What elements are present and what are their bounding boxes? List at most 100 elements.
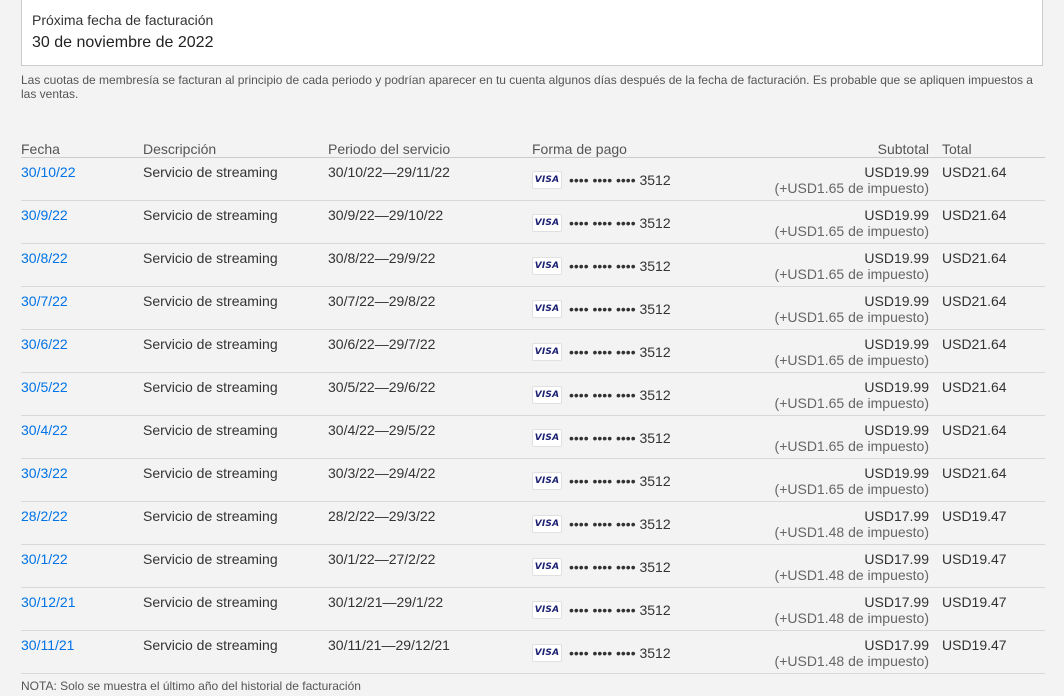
billing-table: Fecha Descripción Periodo del servicio F… (21, 140, 1045, 674)
billing-date-link[interactable]: 30/4/22 (21, 422, 68, 438)
billing-description: Servicio de streaming (143, 551, 278, 567)
billing-description: Servicio de streaming (143, 293, 278, 309)
billing-subtotal: USD19.99 (+USD1.65 de impuesto) (775, 379, 929, 411)
billing-row: 30/8/22 Servicio de streaming 30/8/22—29/9… (21, 244, 1045, 287)
billing-date-link[interactable]: 30/3/22 (21, 465, 68, 481)
billing-total: USD21.64 (942, 250, 1007, 266)
visa-card-icon: VISA (532, 343, 562, 361)
billing-description: Servicio de streaming (143, 379, 278, 395)
masked-card-number: •••• •••• •••• 3512 (569, 430, 671, 446)
billing-subtotal: USD17.99 (+USD1.48 de impuesto) (775, 508, 929, 540)
billing-subtotal: USD19.99 (+USD1.65 de impuesto) (775, 164, 929, 196)
billing-date-link[interactable]: 30/5/22 (21, 379, 68, 395)
billing-date-link[interactable]: 30/7/22 (21, 293, 68, 309)
tax-amount: (+USD1.48 de impuesto) (774, 524, 929, 540)
billing-total: USD21.64 (942, 207, 1007, 223)
header-service-period: Periodo del servicio (328, 141, 451, 157)
billing-history-page: Próxima fecha de facturación 30 de novie… (0, 0, 1064, 696)
billing-row: 30/4/22 Servicio de streaming 30/4/22—29/5… (21, 416, 1045, 459)
billing-row: 30/10/22 Servicio de streaming 30/10/22—29… (21, 158, 1045, 201)
billing-history-note: NOTA: Solo se muestra el último año del … (21, 679, 361, 693)
subtotal-amount: USD19.99 (864, 336, 929, 352)
billing-date-link[interactable]: 30/6/22 (21, 336, 68, 352)
tax-amount: (+USD1.65 de impuesto) (774, 395, 929, 411)
billing-description: Servicio de streaming (143, 336, 278, 352)
billing-subtotal: USD19.99 (+USD1.65 de impuesto) (775, 336, 929, 368)
billing-row: 30/7/22 Servicio de streaming 30/7/22—29/8… (21, 287, 1045, 330)
billing-total: USD19.47 (942, 508, 1007, 524)
billing-service-period: 30/5/22—29/6/22 (328, 379, 436, 395)
billing-service-period: 30/11/21—29/12/21 (328, 637, 450, 653)
payment-method: VISA •••• •••• •••• 3512 (532, 600, 671, 620)
subtotal-amount: USD19.99 (864, 422, 929, 438)
billing-total: USD21.64 (942, 293, 1007, 309)
subtotal-amount: USD19.99 (864, 164, 929, 180)
payment-method: VISA •••• •••• •••• 3512 (532, 213, 671, 233)
payment-method: VISA •••• •••• •••• 3512 (532, 342, 671, 362)
visa-card-icon: VISA (532, 601, 562, 619)
billing-subtotal: USD19.99 (+USD1.65 de impuesto) (775, 422, 929, 454)
billing-total: USD19.47 (942, 637, 1007, 653)
billing-row: 30/1/22 Servicio de streaming 30/1/22—27/2… (21, 545, 1045, 588)
tax-amount: (+USD1.48 de impuesto) (774, 653, 929, 669)
billing-row: 30/11/21 Servicio de streaming 30/11/21—29… (21, 631, 1045, 674)
billing-total: USD21.64 (942, 465, 1007, 481)
subtotal-amount: USD19.99 (864, 293, 929, 309)
tax-amount: (+USD1.48 de impuesto) (774, 610, 929, 626)
subtotal-amount: USD17.99 (864, 551, 929, 567)
masked-card-number: •••• •••• •••• 3512 (569, 645, 671, 661)
billing-description: Servicio de streaming (143, 422, 278, 438)
billing-date-link[interactable]: 30/1/22 (21, 551, 68, 567)
masked-card-number: •••• •••• •••• 3512 (569, 215, 671, 231)
billing-table-body: 30/10/22 Servicio de streaming 30/10/22—29… (21, 158, 1045, 674)
billing-service-period: 30/6/22—29/7/22 (328, 336, 436, 352)
subtotal-amount: USD19.99 (864, 250, 929, 266)
billing-row: 30/6/22 Servicio de streaming 30/6/22—29/7… (21, 330, 1045, 373)
billing-total: USD21.64 (942, 164, 1007, 180)
subtotal-amount: USD17.99 (864, 637, 929, 653)
visa-card-icon: VISA (532, 515, 562, 533)
masked-card-number: •••• •••• •••• 3512 (569, 559, 671, 575)
billing-date-link[interactable]: 30/10/22 (21, 164, 76, 180)
payment-method: VISA •••• •••• •••• 3512 (532, 514, 671, 534)
next-billing-date: 30 de noviembre de 2022 (32, 34, 214, 51)
visa-card-icon: VISA (532, 171, 562, 189)
payment-method: VISA •••• •••• •••• 3512 (532, 643, 671, 663)
billing-service-period: 30/4/22—29/5/22 (328, 422, 436, 438)
billing-row: 28/2/22 Servicio de streaming 28/2/22—29/3… (21, 502, 1045, 545)
payment-method: VISA •••• •••• •••• 3512 (532, 385, 671, 405)
billing-description: Servicio de streaming (143, 465, 278, 481)
header-total: Total (942, 141, 972, 157)
billing-date-link[interactable]: 30/12/21 (21, 594, 76, 610)
billing-subtotal: USD19.99 (+USD1.65 de impuesto) (775, 465, 929, 497)
billing-total: USD19.47 (942, 551, 1007, 567)
billing-date-link[interactable]: 30/8/22 (21, 250, 68, 266)
billing-date-link[interactable]: 30/9/22 (21, 207, 68, 223)
header-date: Fecha (21, 141, 60, 157)
masked-card-number: •••• •••• •••• 3512 (569, 602, 671, 618)
billing-description: Servicio de streaming (143, 594, 278, 610)
payment-method: VISA •••• •••• •••• 3512 (532, 299, 671, 319)
billing-date-link[interactable]: 30/11/21 (21, 637, 74, 653)
visa-card-icon: VISA (532, 644, 562, 662)
billing-service-period: 30/1/22—27/2/22 (328, 551, 436, 567)
tax-amount: (+USD1.65 de impuesto) (774, 223, 929, 239)
payment-method: VISA •••• •••• •••• 3512 (532, 170, 671, 190)
payment-method: VISA •••• •••• •••• 3512 (532, 428, 671, 448)
masked-card-number: •••• •••• •••• 3512 (569, 172, 671, 188)
billing-service-period: 30/3/22—29/4/22 (328, 465, 436, 481)
billing-date-link[interactable]: 28/2/22 (21, 508, 68, 524)
masked-card-number: •••• •••• •••• 3512 (569, 301, 671, 317)
billing-service-period: 30/10/22—29/11/22 (328, 164, 450, 180)
billing-subtotal: USD17.99 (+USD1.48 de impuesto) (775, 551, 929, 583)
billing-row: 30/12/21 Servicio de streaming 30/12/21—29… (21, 588, 1045, 631)
next-billing-card: Próxima fecha de facturación 30 de novie… (21, 0, 1043, 66)
billing-subtotal: USD19.99 (+USD1.65 de impuesto) (775, 293, 929, 325)
billing-description: Servicio de streaming (143, 508, 278, 524)
tax-amount: (+USD1.65 de impuesto) (774, 481, 929, 497)
billing-service-period: 30/9/22—29/10/22 (328, 207, 444, 223)
header-payment-method: Forma de pago (532, 141, 627, 157)
masked-card-number: •••• •••• •••• 3512 (569, 473, 671, 489)
billing-row: 30/3/22 Servicio de streaming 30/3/22—29/4… (21, 459, 1045, 502)
billing-row: 30/5/22 Servicio de streaming 30/5/22—29/6… (21, 373, 1045, 416)
